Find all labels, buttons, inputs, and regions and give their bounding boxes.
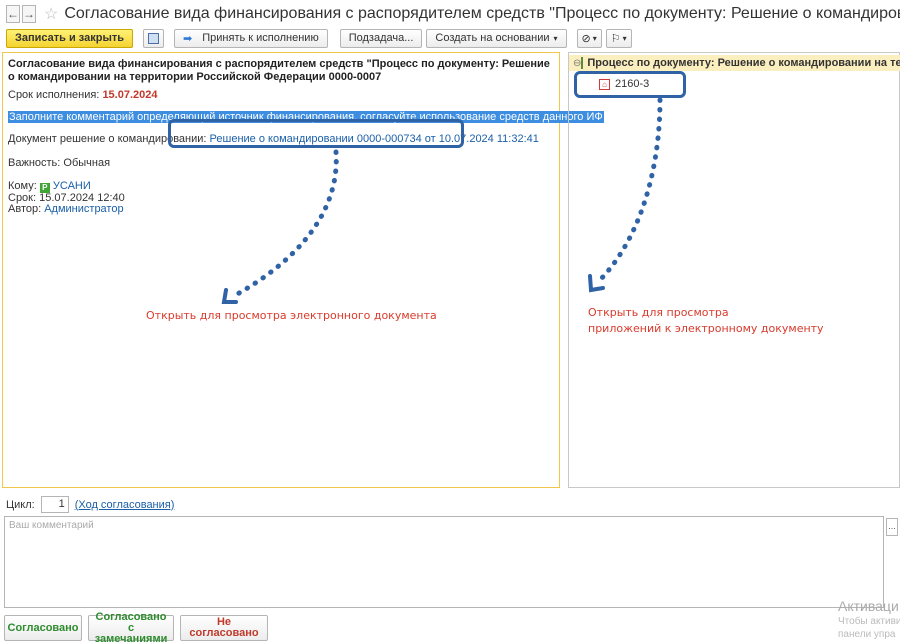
attach-button[interactable]: ⊘ ▾	[576, 28, 602, 48]
comment-textarea[interactable]: Ваш комментарий	[4, 516, 884, 608]
task-title: Согласование вида финансирования с распо…	[8, 58, 550, 83]
author-row: Автор: Администратор	[8, 204, 554, 215]
subtask-button[interactable]: Подзадача...	[339, 28, 423, 48]
reject-button[interactable]: Не согласовано	[180, 615, 268, 641]
due-row: Срок исполнения: 15.07.2024	[8, 89, 554, 101]
arrow-right-icon: →	[23, 7, 35, 21]
collapse-icon[interactable]: ⊖	[573, 58, 581, 69]
approve-with-remarks-button[interactable]: Согласовано с замечаниями	[88, 610, 174, 643]
author-label: Автор:	[8, 203, 42, 215]
comment-expand-button[interactable]: ...	[886, 518, 898, 536]
to-link[interactable]: УСАНИ	[53, 180, 91, 192]
chevron-down-icon: ▾	[622, 33, 627, 43]
save-button[interactable]	[143, 28, 165, 48]
chevron-down-icon: ▾	[553, 33, 558, 43]
toolbar: Записать и закрыть ➡ Принять к исполнени…	[6, 28, 632, 48]
attachment-highlight	[574, 71, 686, 98]
due-label: Срок исполнения:	[8, 89, 100, 101]
task-details-pane: Согласование вида финансирования с распо…	[2, 52, 604, 488]
approve-remarks-line2: с замечаниями	[94, 621, 168, 643]
title-bar: ← → ☆ Согласование вида финансирования с…	[0, 0, 900, 28]
cycle-field[interactable]: 1	[40, 496, 69, 513]
importance-row: Важность: Обычная	[8, 157, 554, 169]
chevron-down-icon: ▾	[592, 33, 597, 43]
document-icon	[581, 57, 584, 69]
arrow-left-icon: ←	[7, 7, 19, 21]
document-link-highlight	[168, 119, 464, 148]
approve-button[interactable]: Согласовано	[4, 615, 82, 641]
tree-root-label: Процесс по документу: Решение о командир…	[587, 57, 900, 69]
decision-buttons: Согласовано Согласовано с замечаниями Не…	[4, 610, 268, 643]
accept-label: Принять к исполнению	[202, 32, 319, 44]
importance-label: Важность:	[8, 157, 61, 169]
approval-history-link[interactable]: (Ход согласования)	[75, 499, 175, 511]
accept-button[interactable]: ➡ Принять к исполнению	[174, 28, 328, 48]
cycle-row: Цикл: 1 (Ход согласования)	[6, 496, 174, 513]
activation-watermark-title: Активаци	[838, 598, 899, 614]
due-value: 15.07.2024	[102, 89, 158, 101]
arrow-right-icon: ➡	[183, 32, 193, 45]
attachments-pane: ⊖ Процесс по документу: Решение о команд…	[568, 52, 900, 488]
activation-watermark-text: Чтобы активи панели упра	[838, 615, 900, 641]
cycle-label: Цикл:	[6, 498, 35, 511]
to-label: Кому:	[8, 180, 37, 192]
back-button[interactable]: ←	[6, 5, 20, 23]
activation-line3: панели упра	[838, 629, 896, 640]
flag-button[interactable]: ⚐ ▾	[605, 28, 632, 48]
floppy-icon	[148, 32, 160, 44]
left-annotation: Открыть для просмотра электронного докум…	[146, 309, 437, 322]
approve-remarks-line1: Согласовано	[95, 610, 167, 623]
window-title: Согласование вида финансирования с распо…	[64, 5, 900, 22]
favorite-star-icon[interactable]: ☆	[44, 4, 58, 24]
save-close-button[interactable]: Записать и закрыть	[6, 28, 134, 48]
flag-icon: ⚐	[610, 32, 621, 45]
author-link[interactable]: Администратор	[44, 203, 123, 215]
create-based-label: Создать на основании	[435, 32, 550, 44]
tree-root-row[interactable]: ⊖ Процесс по документу: Решение о команд…	[569, 55, 900, 71]
forward-button[interactable]: →	[22, 5, 36, 23]
importance-value: Обычная	[63, 157, 111, 169]
activation-line2: Чтобы активи	[838, 616, 900, 627]
paperclip-icon: ⊘	[581, 32, 591, 45]
create-based-button[interactable]: Создать на основании ▾	[426, 28, 567, 48]
